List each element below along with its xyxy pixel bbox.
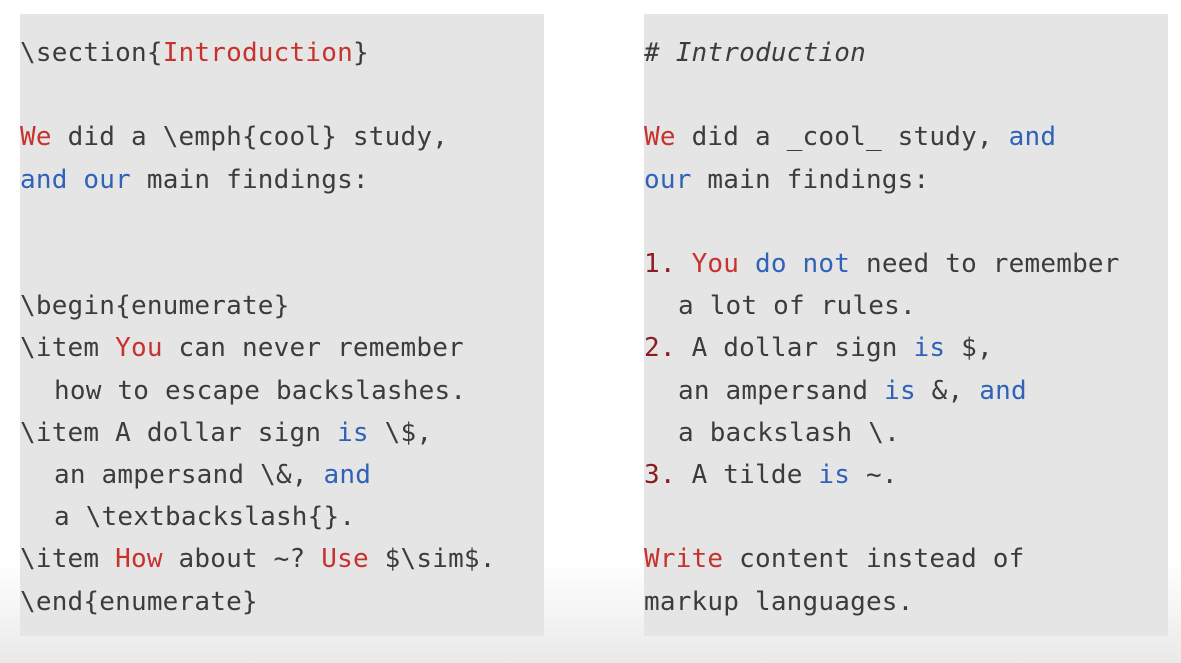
markdown-code-token: &, [915, 375, 980, 406]
latex-code-token: \item [20, 544, 116, 575]
markdown-code-token: and [1008, 122, 1057, 153]
latex-code-token: how to escape backslashes. [54, 375, 467, 406]
latex-code-token: How [115, 544, 163, 575]
markdown-code-token: # Introduction [644, 38, 866, 68]
markdown-code-token: markup languages. [644, 586, 914, 617]
latex-code-line: \item You can never remember [20, 331, 464, 365]
markdown-code-line: 1. You do not need to remember [644, 247, 1120, 281]
markdown-code-token: A dollar sign [675, 333, 914, 364]
latex-code-line: an ampersand \&, and [20, 458, 371, 492]
markdown-code-line: a lot of rules. [644, 289, 916, 323]
latex-code-token: \$, [368, 417, 433, 448]
latex-code-line: \end{enumerate} [20, 585, 258, 619]
markdown-code-token: do not [755, 249, 851, 279]
latex-code-token: an ampersand \&, [54, 460, 324, 490]
markdown-code-token [739, 249, 755, 279]
latex-code-line: \section{Introduction} [20, 36, 369, 70]
latex-code-token: \end{enumerate} [20, 586, 258, 617]
markdown-code-line: # Introduction [644, 36, 866, 70]
markdown-code-line: a backslash \. [644, 416, 900, 450]
markdown-code-token: need to remember [850, 249, 1120, 279]
markdown-code-token [676, 249, 692, 279]
markdown-code-token: is [818, 460, 851, 490]
markdown-code-token: main findings: [691, 164, 930, 195]
markdown-code-token: our [644, 164, 692, 195]
latex-code-token: can never remember [162, 333, 464, 364]
markdown-code-token: ~. [850, 460, 898, 490]
markdown-code-line: Write content instead of [644, 542, 1025, 576]
latex-code-token: a \textbackslash{}. [54, 502, 356, 533]
latex-code-line: a \textbackslash{}. [20, 500, 355, 534]
markdown-code-line: We did a _cool_ study, and [644, 120, 1056, 154]
latex-code-token: \begin{enumerate} [20, 291, 290, 322]
markdown-code-token: did a _cool_ study, [675, 122, 1009, 153]
latex-code-line: \begin{enumerate} [20, 289, 290, 323]
markdown-code-token: content instead of [723, 544, 1025, 575]
latex-code-panel: \section{Introduction} We did a \emph{coo… [20, 14, 544, 636]
markdown-code-token: You [691, 249, 740, 279]
markdown-code-panel: # Introduction We did a _cool_ study, and… [644, 14, 1168, 636]
markdown-code-token: is [884, 375, 916, 406]
latex-code-token: and [323, 460, 372, 490]
markdown-code-token: is [913, 333, 946, 364]
markdown-code-line: our main findings: [644, 163, 929, 197]
markdown-code-line: 2. A dollar sign is $, [644, 331, 993, 365]
markdown-code-token: a backslash \. [678, 417, 900, 448]
markdown-code-token: 1. [644, 249, 676, 279]
latex-code-token: Introduction [162, 38, 353, 68]
markdown-code-token: 3. [644, 460, 676, 490]
latex-code-token: $\sim$. [368, 544, 496, 575]
latex-code-line: how to escape backslashes. [20, 374, 466, 408]
markdown-code-line: markup languages. [644, 585, 914, 619]
latex-code-token: \item A dollar sign [20, 417, 338, 448]
latex-code-line: \item A dollar sign is \$, [20, 416, 432, 450]
latex-code-token: \section{ [20, 38, 163, 68]
markdown-code-token: a lot of rules. [678, 291, 916, 322]
latex-code-line: \item How about ~? Use $\sim$. [20, 542, 496, 576]
markdown-code-token: We [644, 122, 676, 153]
latex-code-token: } [352, 38, 369, 68]
markdown-code-token: and [979, 375, 1027, 406]
markdown-code-token: $, [945, 333, 993, 364]
latex-code-token: did a \emph{cool} study, [51, 122, 449, 153]
markdown-code-line: an ampersand is &, and [644, 374, 1027, 408]
latex-code-token: is [337, 417, 369, 448]
markdown-code-line: 3. A tilde is ~. [644, 458, 898, 492]
markdown-code-token: 2. [644, 333, 676, 364]
latex-code-token: We [20, 122, 52, 153]
markdown-code-token: A tilde [675, 460, 819, 490]
latex-code-token: \item [20, 333, 116, 364]
latex-code-token: main findings: [130, 164, 369, 195]
latex-code-token: Use [321, 544, 369, 575]
latex-code-token: You [115, 333, 163, 364]
markdown-code-token: an ampersand [678, 375, 885, 406]
latex-code-token: and our [20, 164, 131, 195]
latex-code-token: about ~? [162, 544, 322, 575]
latex-code-line: We did a \emph{cool} study, [20, 120, 448, 154]
markdown-code-token: Write [644, 544, 724, 575]
latex-code-line: and our main findings: [20, 163, 369, 197]
